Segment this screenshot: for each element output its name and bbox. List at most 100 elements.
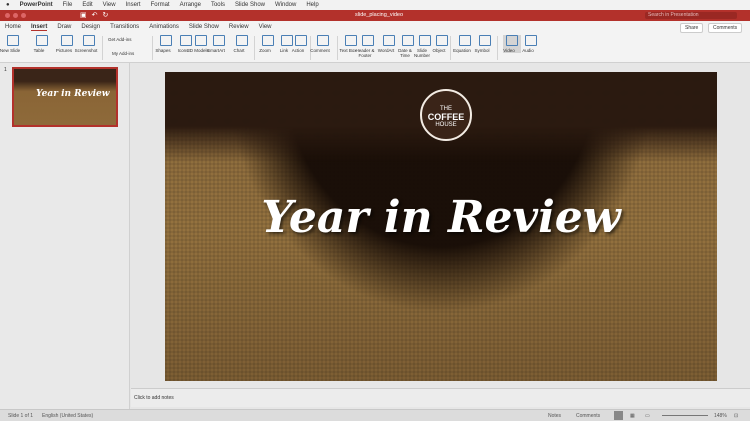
menu-format[interactable]: Format <box>151 2 170 8</box>
ribbon-label: New Slide <box>0 48 21 53</box>
share-button[interactable]: Share <box>680 23 704 33</box>
app-menu[interactable]: PowerPoint <box>20 2 53 8</box>
window-title: slide_placing_video <box>355 12 404 18</box>
ribbon-label: Table <box>33 48 45 53</box>
ribbon-label: Pictures <box>55 48 73 53</box>
ribbon-icon <box>479 35 491 46</box>
ribbon: Get Add-ins My Add-ins New Slide Table Pic… <box>0 33 750 63</box>
ribbon-icon <box>61 35 73 46</box>
thumbnail-title: Year in Review <box>36 89 110 99</box>
ribbon-icon <box>383 35 395 46</box>
undo-icon[interactable]: ↶ <box>92 11 98 19</box>
menu-file[interactable]: File <box>63 2 73 8</box>
ribbon-icon <box>506 35 518 46</box>
slide-sorter-icon[interactable]: ▦ <box>630 413 635 419</box>
ribbon-label: Action <box>291 48 305 53</box>
slide-canvas[interactable]: THE COFFEE HOUSE Year in Review <box>165 72 717 381</box>
slide-title[interactable]: Year in Review <box>165 192 717 243</box>
ribbon-label: Chart <box>233 48 245 53</box>
normal-view-icon[interactable] <box>614 411 623 420</box>
logo-main: COFFEE <box>427 112 465 122</box>
ribbon-button-chart[interactable]: Chart <box>233 35 251 53</box>
ribbon-tabs: Home Insert Draw Design Transitions Anim… <box>0 21 750 33</box>
ribbon-icon <box>362 35 374 46</box>
menu-arrange[interactable]: Arrange <box>180 2 201 8</box>
ribbon-button-object[interactable]: Object <box>432 35 451 53</box>
menu-bar: ● PowerPoint File Edit View Insert Forma… <box>0 0 750 10</box>
status-bar: Slide 1 of 1 English (United States) Not… <box>0 409 750 421</box>
ribbon-icon <box>419 35 431 46</box>
my-add-ins-button[interactable]: My Add-ins <box>112 51 134 56</box>
ribbon-icon <box>525 35 537 46</box>
slide-counter: Slide 1 of 1 <box>8 413 34 419</box>
thumbnail-pane: 1 Year in Review <box>0 63 130 409</box>
slide-number: 1 <box>4 67 7 73</box>
ribbon-button-new-slide[interactable]: New Slide <box>0 35 22 53</box>
ribbon-label: Symbol <box>474 48 490 53</box>
ribbon-button-comment[interactable]: Comment <box>310 35 332 53</box>
ribbon-label: Comment <box>310 48 330 53</box>
redo-icon[interactable]: ↻ <box>103 11 109 19</box>
ribbon-button-slide-number[interactable]: Slide Number <box>414 35 434 58</box>
ribbon-button-table[interactable]: Table <box>33 35 51 53</box>
zoom-slider[interactable] <box>662 415 708 416</box>
menu-tools[interactable]: Tools <box>211 2 225 8</box>
ribbon-icon <box>236 35 248 46</box>
language[interactable]: English (United States) <box>42 413 93 419</box>
fit-slide-icon[interactable]: ⊡ <box>734 413 738 419</box>
ribbon-button-screenshot[interactable]: Screenshot <box>75 35 98 53</box>
ribbon-icon <box>436 35 448 46</box>
ribbon-icon <box>195 35 207 46</box>
ribbon-button-smartart[interactable]: SmartArt <box>207 35 228 53</box>
tab-review[interactable]: Review <box>229 24 249 30</box>
tab-home[interactable]: Home <box>5 24 21 30</box>
ribbon-icon <box>345 35 357 46</box>
apple-icon[interactable]: ● <box>6 2 10 8</box>
notes-button[interactable]: Notes <box>548 413 561 419</box>
ribbon-label: Audio <box>522 48 534 53</box>
quick-access-toolbar: ▣ ↶ ↻ <box>80 11 108 19</box>
slide-thumbnail[interactable]: Year in Review <box>12 67 118 127</box>
tab-draw[interactable]: Draw <box>57 24 71 30</box>
tab-view[interactable]: View <box>259 24 272 30</box>
save-icon[interactable]: ▣ <box>80 11 87 19</box>
ribbon-icon <box>83 35 95 46</box>
get-add-ins-button[interactable]: Get Add-ins <box>108 37 132 42</box>
menu-insert[interactable]: Insert <box>126 2 141 8</box>
ribbon-icon <box>180 35 192 46</box>
title-bar: ▣ ↶ ↻ slide_placing_video Search in Presen… <box>0 10 750 21</box>
ribbon-label: Object <box>432 48 446 53</box>
reading-view-icon[interactable]: ▭ <box>645 413 650 419</box>
logo-bottom: HOUSE <box>435 122 457 128</box>
comments-status-button[interactable]: Comments <box>576 413 600 419</box>
tab-slide-show[interactable]: Slide Show <box>189 24 219 30</box>
comments-button[interactable]: Comments <box>708 23 743 33</box>
coffee-house-logo: THE COFFEE HOUSE <box>420 89 472 141</box>
tab-transitions[interactable]: Transitions <box>110 24 139 30</box>
tab-insert[interactable]: Insert <box>31 24 48 31</box>
tab-design[interactable]: Design <box>81 24 100 30</box>
ribbon-icon <box>317 35 329 46</box>
ribbon-icon <box>262 35 274 46</box>
menu-slide-show[interactable]: Slide Show <box>235 2 265 8</box>
window-controls[interactable] <box>5 13 26 18</box>
ribbon-icon <box>213 35 225 46</box>
ribbon-icon <box>402 35 414 46</box>
ribbon-icon <box>160 35 172 46</box>
tab-animations[interactable]: Animations <box>149 24 179 30</box>
menu-window[interactable]: Window <box>275 2 296 8</box>
ribbon-icon <box>295 35 307 46</box>
menu-help[interactable]: Help <box>306 2 318 8</box>
ribbon-icon <box>459 35 471 46</box>
notes-field[interactable]: Click to add notes <box>131 388 750 407</box>
ribbon-button-header-footer[interactable]: Header & Footer <box>355 35 377 58</box>
menu-view[interactable]: View <box>103 2 116 8</box>
zoom-level[interactable]: 148% <box>714 413 727 419</box>
ribbon-icon <box>36 35 48 46</box>
search-input[interactable]: Search in Presentation <box>645 12 737 19</box>
menu-edit[interactable]: Edit <box>82 2 92 8</box>
ribbon-icon <box>7 35 19 46</box>
ribbon-label: SmartArt <box>207 48 225 53</box>
ribbon-button-symbol[interactable]: Symbol <box>474 35 494 53</box>
ribbon-button-audio[interactable]: Audio <box>522 35 540 53</box>
